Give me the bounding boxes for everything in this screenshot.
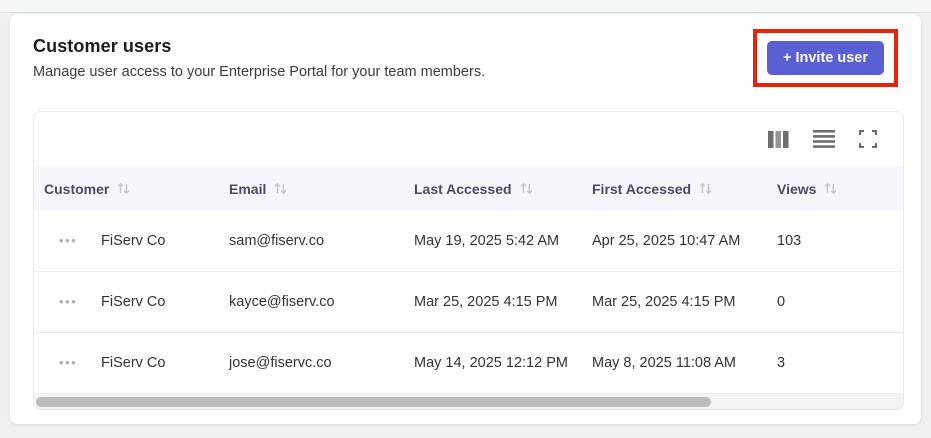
horizontal-scrollbar-track[interactable]: [34, 394, 903, 409]
fullscreen-icon[interactable]: [859, 130, 877, 148]
row-actions-menu-icon[interactable]: •••: [34, 356, 101, 369]
cell-email: kayce@fiserv.co: [229, 294, 335, 310]
column-label: Customer: [44, 180, 110, 197]
sort-icon[interactable]: [274, 182, 287, 195]
cell-email: sam@fiserv.co: [229, 233, 325, 249]
column-header-email[interactable]: Email: [229, 181, 414, 197]
sort-icon[interactable]: [117, 182, 130, 195]
sort-icon[interactable]: [520, 182, 533, 195]
cell-email: jose@fiservc.co: [229, 355, 332, 371]
horizontal-scrollbar-thumb[interactable]: [36, 396, 711, 407]
sort-icon[interactable]: [824, 182, 837, 195]
title-block: Customer users Manage user access to you…: [33, 36, 485, 80]
cell-last-accessed: Mar 25, 2025 4:15 PM: [414, 294, 558, 310]
columns-icon[interactable]: [768, 130, 789, 148]
card-header: Customer users Manage user access to you…: [33, 29, 901, 87]
cell-views: 103: [777, 233, 802, 249]
cell-first-accessed: May 8, 2025 11:08 AM: [592, 355, 737, 371]
row-actions-menu-icon[interactable]: •••: [34, 295, 101, 308]
cell-views: 3: [777, 355, 786, 371]
table-row: ••• FiServ Co kayce@fiserv.co Mar 25, 20…: [34, 272, 903, 333]
customer-users-card: Customer users Manage user access to you…: [10, 14, 921, 424]
page-title: Customer users: [33, 36, 172, 56]
column-label: Email: [229, 180, 267, 197]
invite-user-button[interactable]: + Invite user: [766, 41, 884, 75]
cell-customer: FiServ Co: [101, 233, 166, 249]
column-header-customer[interactable]: Customer: [34, 181, 229, 197]
column-label: First Accessed: [592, 180, 692, 197]
sort-icon[interactable]: [699, 182, 712, 195]
cell-first-accessed: Mar 25, 2025 4:15 PM: [592, 294, 736, 310]
cell-first-accessed: Apr 25, 2025 10:47 AM: [592, 233, 741, 249]
table-toolbar: [34, 112, 903, 166]
column-label: Last Accessed: [414, 180, 512, 197]
cell-customer: FiServ Co: [101, 355, 166, 371]
table-header-row: Customer Email Last Accessed First Acces…: [34, 166, 903, 211]
table-row: ••• FiServ Co sam@fiserv.co May 19, 2025…: [34, 211, 903, 272]
top-strip: [0, 0, 931, 13]
column-header-last-accessed[interactable]: Last Accessed: [414, 181, 592, 197]
invite-user-highlight-box: + Invite user: [752, 29, 898, 87]
cell-last-accessed: May 14, 2025 12:12 PM: [414, 355, 568, 371]
page-subtitle: Manage user access to your Enterprise Po…: [33, 64, 486, 80]
cell-views: 0: [777, 294, 786, 310]
row-density-icon[interactable]: [813, 130, 835, 148]
row-actions-menu-icon[interactable]: •••: [34, 234, 101, 247]
column-header-views[interactable]: Views: [777, 181, 903, 197]
column-label: Views: [777, 180, 817, 197]
cell-customer: FiServ Co: [101, 294, 166, 310]
users-table: Customer Email Last Accessed First Acces…: [33, 111, 904, 410]
table-row: ••• FiServ Co jose@fiservc.co May 14, 20…: [34, 333, 903, 394]
column-header-first-accessed[interactable]: First Accessed: [592, 181, 777, 197]
cell-last-accessed: May 19, 2025 5:42 AM: [414, 233, 560, 249]
